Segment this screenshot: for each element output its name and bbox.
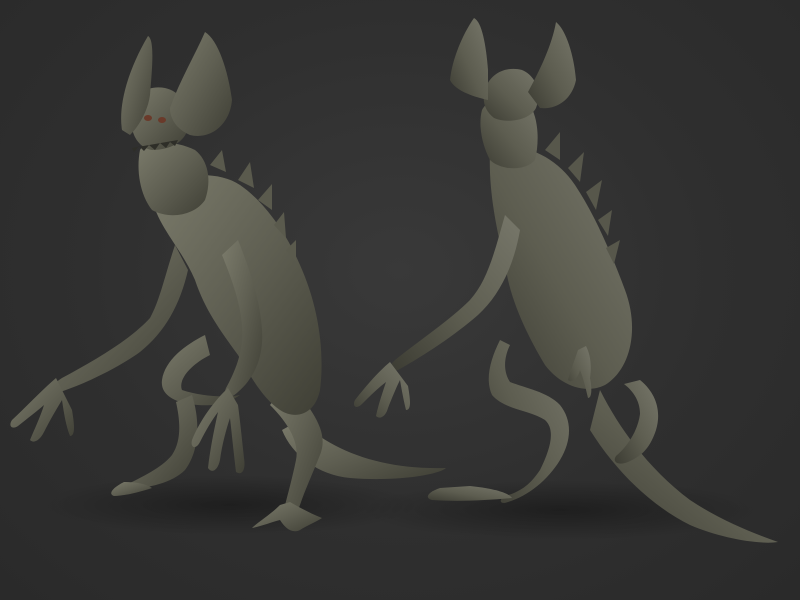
creature-left-horn-2	[450, 18, 488, 100]
creature-back-view	[353, 18, 778, 543]
sculpt-render	[10, 18, 778, 543]
creature-right-horn	[170, 32, 232, 136]
creature-right-eye	[158, 117, 166, 123]
creature-shin	[120, 395, 198, 489]
creature-torso-2	[489, 146, 633, 389]
creature-neck	[138, 142, 209, 216]
creature-left-hand-2	[353, 362, 410, 418]
creature-right-horn-2	[528, 22, 576, 109]
creature-left-eye	[144, 115, 152, 121]
creature-front-view	[10, 32, 446, 535]
render-viewport	[0, 0, 800, 600]
